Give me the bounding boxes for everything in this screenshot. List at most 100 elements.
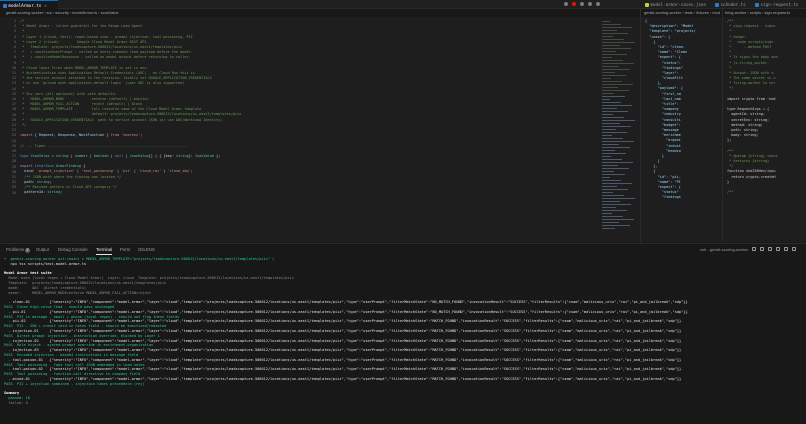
tab-sign-request[interactable]: sign-request.ts <box>752 0 806 9</box>
code-line[interactable]: * It signs the body and <box>727 55 777 60</box>
code-token: from <box>110 133 120 138</box>
code-token: * <box>20 86 25 91</box>
minimap-line <box>602 84 633 85</box>
minimap-line <box>602 33 628 34</box>
code-line[interactable]: * sign-request - signs <box>727 24 778 29</box>
minimap-line <box>602 201 620 202</box>
json-editor[interactable]: { "description": "Model "template": "pro… <box>641 17 722 242</box>
code-token: interface <box>32 164 54 169</box>
new-terminal-icon[interactable] <box>752 247 756 251</box>
right-editor[interactable]: /** * sign-request - signs * * Usage: * … <box>723 17 806 242</box>
minimap-line <box>602 51 616 52</box>
minimap-line <box>602 195 624 196</box>
code-token: ; <box>49 179 52 184</box>
minimap-line <box>602 204 631 205</box>
minimap-line <box>602 42 635 43</box>
code-line[interactable]: type JsonValue = string | number | boole… <box>20 154 241 159</box>
code-token: /** JSON path where the finding was loca… <box>20 174 122 179</box>
tab-output[interactable]: Output <box>36 244 49 255</box>
code-token: JsonValue <box>28 153 50 158</box>
code-token: string <box>36 179 50 184</box>
json-code-area[interactable]: { "description": "Model "template": "pro… <box>645 19 696 201</box>
code-line[interactable]: /** <box>727 190 778 195</box>
code-token: * the service account attached to the re… <box>20 76 212 81</box>
minimap-line <box>602 219 634 220</box>
compare-icon[interactable] <box>580 2 584 6</box>
minimap-line <box>602 54 627 55</box>
code-token: string <box>55 153 69 158</box>
minimap-line <box>602 168 629 169</box>
close-icon[interactable]: × <box>44 3 47 8</box>
minimap-line <box>602 180 621 181</box>
minimap[interactable] <box>600 17 640 242</box>
split-editor-icon[interactable] <box>588 2 592 6</box>
minimap-line <box>602 48 631 49</box>
tab-modelarmor-ts[interactable]: modelArmor.ts × <box>0 0 58 9</box>
code-token: export <box>20 164 33 169</box>
code-line[interactable]: import crypto from 'nod <box>727 97 778 102</box>
minimap-line <box>602 132 627 133</box>
minimap-line <box>602 63 634 64</box>
code-line[interactable]: function sha256Hex(inpu <box>727 169 778 174</box>
tab-scander[interactable]: scAnder.ts <box>712 0 752 9</box>
code-line[interactable]: * GOOGLE_APPLICATION_CREDENTIALS path to… <box>20 118 241 123</box>
minimap-line <box>602 228 615 229</box>
code-token: Request <box>38 133 54 138</box>
tab-model-armor-cases[interactable]: model-armor-cases.json <box>642 0 712 9</box>
minimap-line <box>602 99 610 100</box>
maximize-icon[interactable] <box>784 247 788 251</box>
tab-terminal[interactable]: Terminal <box>96 244 113 255</box>
code-token: path <box>20 179 33 184</box>
code-area[interactable]: /* * Model Armor - inline guardrail for … <box>20 19 241 195</box>
minimap-line <box>602 93 614 94</box>
code-token: { <box>81 164 86 169</box>
code-line[interactable]: "findings <box>645 195 696 200</box>
more-icon[interactable] <box>776 247 780 251</box>
code-line[interactable]: return crypto.createH <box>727 175 778 180</box>
trash-icon[interactable] <box>768 247 772 251</box>
close-panel-icon[interactable] <box>792 247 796 251</box>
tab-ports[interactable]: Ports <box>120 244 130 255</box>
breadcrumb[interactable]: genkit-scoring-worker › src › security ›… <box>6 9 606 17</box>
terminal-instance-label[interactable]: zsh - genkit-scoring-worker <box>700 244 748 255</box>
tab-problems[interactable]: Problems 2 <box>6 244 31 255</box>
minimap-line <box>602 108 617 109</box>
code-token: */ <box>20 122 27 127</box>
code-token: string <box>176 153 189 158</box>
tab-debug-console[interactable]: Debug Console <box>58 244 88 255</box>
code-token: patternId <box>20 190 44 195</box>
minimap-line <box>602 60 623 61</box>
minimap-line <box>602 150 615 151</box>
code-line[interactable]: "template": "projects/ <box>645 29 695 34</box>
code-token: ; <box>140 133 143 138</box>
code-token: JsonValue <box>129 153 149 158</box>
minimap-line <box>602 153 626 154</box>
terminal-output[interactable]: ➜ genkit-scoring-worker git:(main) ✗ MOD… <box>4 257 802 423</box>
code-line[interactable]: patternId: string; <box>20 190 241 195</box>
code-token: kind <box>20 169 33 174</box>
minimap-line <box>602 138 623 139</box>
split-terminal-icon[interactable] <box>760 247 764 251</box>
code-token: * MODEL_ARMOR_MODE enforce (default) | m… <box>20 96 149 101</box>
tab-gitlens[interactable]: GitLENS <box>138 244 155 255</box>
problems-count-badge: 2 <box>25 248 31 253</box>
code-line[interactable]: * firing-worker to ver <box>727 81 778 86</box>
minimap-line <box>602 114 613 115</box>
minimap-line <box>602 24 621 25</box>
minimap-line <box>602 117 624 118</box>
main-editor[interactable]: 1 2 3 4 5 6 7 8 9 10 11 12 13 14 15 16 17 18 19 20 21 22 23 24 2… <box>0 17 600 242</box>
right-code-area[interactable]: /** * sign-request - signs * * Usage: * … <box>727 19 778 195</box>
record-icon[interactable] <box>572 2 576 6</box>
more-actions-icon[interactable] <box>596 2 600 6</box>
breadcrumb-middle[interactable]: genkit-scoring-worker › tests › fixtures… <box>644 9 722 17</box>
code-line[interactable]: * --method POST <box>727 45 778 50</box>
minimap-line <box>602 177 610 178</box>
breadcrumb-right[interactable]: firing-worker › scripts › sign-request.t… <box>725 9 805 17</box>
minimap-line <box>602 78 611 79</box>
minimap-line <box>602 27 632 28</box>
minimap-line <box>602 111 628 112</box>
run-icon[interactable] <box>564 2 568 6</box>
minimap-line <box>602 57 612 58</box>
editor-actions <box>560 0 640 9</box>
typescript-file-icon <box>755 3 759 7</box>
